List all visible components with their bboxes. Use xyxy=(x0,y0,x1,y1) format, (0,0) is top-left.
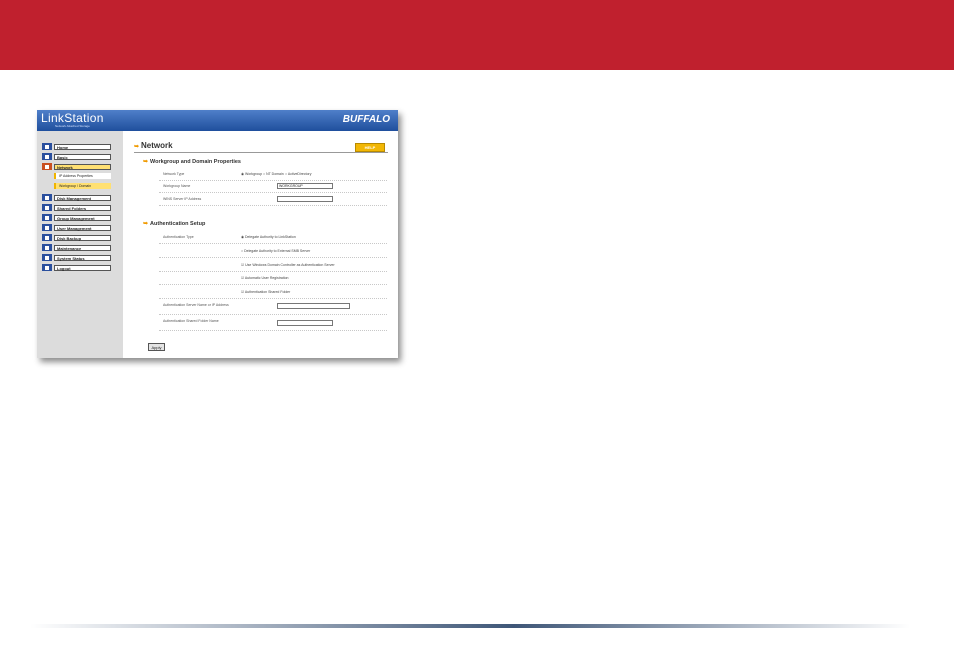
sidebar-item-label: Disk Management xyxy=(54,194,111,201)
sidebar-item-disk-backup[interactable]: Disk Backup xyxy=(42,234,111,241)
logo-subtitle: Network Attached Storage xyxy=(55,124,90,128)
sidebar-item-disk-management[interactable]: Disk Management xyxy=(42,194,111,201)
basic-icon xyxy=(42,153,52,160)
radio-active-directory[interactable]: ○ ActiveDirectory xyxy=(285,172,311,176)
sidebar-item-basic[interactable]: Basic xyxy=(42,153,111,160)
page-title: ➥ Network xyxy=(134,141,173,150)
section-title-authentication: ➥ Authentication Setup xyxy=(143,221,206,227)
arrow-icon: ➥ xyxy=(143,159,149,165)
network-icon xyxy=(42,163,52,170)
sidebar-item-logout[interactable]: Logout xyxy=(42,264,111,271)
title-bar xyxy=(0,0,954,70)
logout-icon xyxy=(42,264,52,271)
sidebar-item-label: Shared Folders xyxy=(54,204,111,211)
auth-server-input[interactable] xyxy=(277,303,350,309)
row-divider xyxy=(159,330,387,331)
sidebar-subitem-ip-address[interactable]: IP Address Properties xyxy=(54,173,111,179)
row-divider xyxy=(159,243,387,244)
folder-icon xyxy=(42,204,52,211)
app-banner: LinkStation Network Attached Storage BUF… xyxy=(37,110,398,131)
row-divider xyxy=(159,314,387,315)
sidebar-item-label: Network xyxy=(54,163,111,170)
sidebar-item-label: Home xyxy=(54,143,111,150)
maintenance-icon xyxy=(42,244,52,251)
footer-divider xyxy=(30,624,910,628)
sidebar-item-label: User Management xyxy=(54,224,111,231)
linkstation-screenshot: LinkStation Network Attached Storage BUF… xyxy=(37,110,398,358)
workgroup-name-input[interactable]: WORKGROUP xyxy=(277,183,333,189)
sidebar-item-label: Group Management xyxy=(54,214,111,221)
auth-folder-input[interactable] xyxy=(277,320,333,326)
sidebar-item-group-management[interactable]: Group Management xyxy=(42,214,111,221)
row-divider xyxy=(159,205,387,206)
radio-delegate-linkstation[interactable]: ◉ Delegate Authority to LinkStation xyxy=(241,235,296,239)
sidebar-item-label: System Status xyxy=(54,254,111,261)
auth-type-label: Authentication Type xyxy=(163,235,194,239)
sidebar-subitem-workgroup-domain[interactable]: Workgroup / Domain xyxy=(54,183,111,189)
arrow-icon: ➥ xyxy=(134,144,140,150)
row-divider xyxy=(159,271,387,272)
buffalo-logo: BUFFALO xyxy=(342,114,390,125)
auth-folder-label: Authentication Shared Folder Name xyxy=(163,319,219,323)
sidebar-item-network[interactable]: Network xyxy=(42,163,111,170)
group-icon xyxy=(42,214,52,221)
help-button[interactable]: HELP xyxy=(355,143,385,152)
checkbox-authentication-shared-folder[interactable]: ☑ Authentication Shared Folder xyxy=(241,290,290,294)
checkbox-windows-domain-controller[interactable]: ☑ Use Windows Domain Controller as Authe… xyxy=(241,263,335,267)
sidebar-item-maintenance[interactable]: Maintenance xyxy=(42,244,111,251)
sidebar-item-label: Basic xyxy=(54,153,111,160)
arrow-icon: ➥ xyxy=(143,221,149,227)
row-divider xyxy=(159,284,387,285)
status-icon xyxy=(42,254,52,261)
home-icon xyxy=(42,143,52,150)
sidebar-item-system-status[interactable]: System Status xyxy=(42,254,111,261)
auth-server-label: Authentication Server Name or IP Address xyxy=(163,303,229,307)
sidebar-item-shared-folders[interactable]: Shared Folders xyxy=(42,204,111,211)
checkbox-automatic-user-registration[interactable]: ☑ Automatic User Registration xyxy=(241,276,289,280)
section-title-workgroup: ➥ Workgroup and Domain Properties xyxy=(143,159,241,165)
title-divider xyxy=(134,152,388,153)
workgroup-name-label: Workgroup Name xyxy=(163,184,191,188)
wins-server-input[interactable] xyxy=(277,196,333,202)
row-divider xyxy=(159,180,387,181)
backup-icon xyxy=(42,234,52,241)
wins-server-label: WINS Server IP Address xyxy=(163,197,202,201)
sidebar-item-label: Logout xyxy=(54,264,111,271)
sidebar-item-label: Maintenance xyxy=(54,244,111,251)
row-divider xyxy=(159,192,387,193)
radio-workgroup[interactable]: ◉ Workgroup xyxy=(241,172,262,176)
row-divider xyxy=(159,298,387,299)
radio-delegate-external-smb[interactable]: ○ Delegate Authority to External SMB Ser… xyxy=(241,249,310,253)
sidebar-item-home[interactable]: Home xyxy=(42,143,111,150)
main-content: ➥ Network HELP ➥ Workgroup and Domain Prop… xyxy=(123,131,398,358)
user-icon xyxy=(42,224,52,231)
radio-nt-domain[interactable]: ○ NT Domain xyxy=(263,172,284,176)
sidebar-item-label: Disk Backup xyxy=(54,234,111,241)
apply-button[interactable]: Apply xyxy=(148,343,165,351)
disk-icon xyxy=(42,194,52,201)
linkstation-logo: LinkStation xyxy=(41,111,104,125)
network-type-label: Network Type xyxy=(163,172,185,176)
row-divider xyxy=(159,257,387,258)
sidebar: Home Basic Network IP Address Properties… xyxy=(37,131,123,358)
sidebar-item-user-management[interactable]: User Management xyxy=(42,224,111,231)
